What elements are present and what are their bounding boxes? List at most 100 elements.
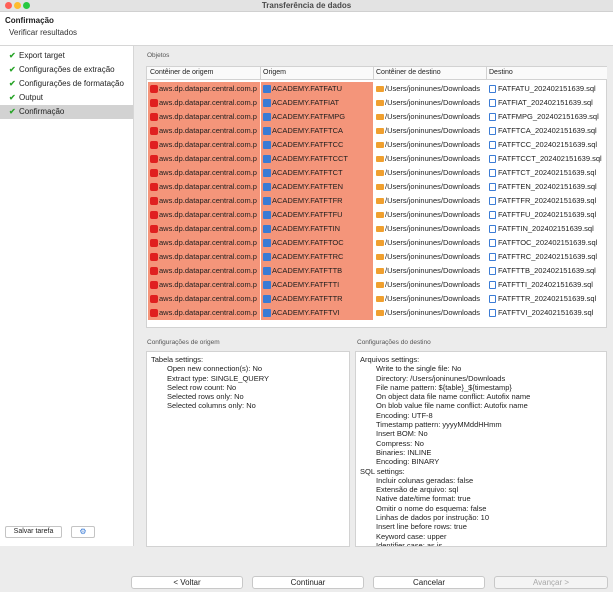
cell-text: FATFTCA_202402151639.sql xyxy=(498,126,597,135)
folder-icon xyxy=(376,100,384,106)
cell-text: /Users/joninunes/Downloads xyxy=(385,154,481,163)
cell-text: ACADEMY.FATFTCCT xyxy=(272,154,348,163)
cell-text: FATFTTR_202402151639.sql xyxy=(498,294,597,303)
step-export-target[interactable]: ✔ Export target xyxy=(0,49,133,63)
source-container-cell: aws.dp.datapar.central.com.p xyxy=(148,152,260,166)
cell-text: /Users/joninunes/Downloads xyxy=(385,308,481,317)
table-icon xyxy=(263,141,271,149)
source-container-cell: aws.dp.datapar.central.com.p xyxy=(148,236,260,250)
folder-icon xyxy=(376,128,384,134)
continue-button[interactable]: Continuar xyxy=(252,576,364,589)
connection-icon xyxy=(150,253,158,261)
source-cell: ACADEMY.FATFTCC xyxy=(261,138,373,152)
settings-button[interactable]: ⚙ xyxy=(71,526,95,538)
target-cell: FATFTCCT_202402151639.sql xyxy=(487,152,606,166)
cell-text: aws.dp.datapar.central.com.p xyxy=(159,84,257,93)
config-line: Insert BOM: No xyxy=(376,429,428,439)
table-row[interactable]: aws.dp.datapar.central.com.p ACADEMY.FATF… xyxy=(147,278,607,292)
table-row[interactable]: aws.dp.datapar.central.com.p ACADEMY.FATF… xyxy=(147,82,607,96)
folder-icon xyxy=(376,142,384,148)
step-extraction-settings[interactable]: ✔ Configurações de extração xyxy=(0,63,133,77)
cancel-button[interactable]: Cancelar xyxy=(373,576,485,589)
cell-text: FATFTEN_202402151639.sql xyxy=(498,182,597,191)
table-icon xyxy=(263,281,271,289)
column-header[interactable]: Destino xyxy=(489,69,513,76)
table-icon xyxy=(263,267,271,275)
connection-icon xyxy=(150,113,158,121)
table-icon xyxy=(263,169,271,177)
cell-text: ACADEMY.FATFTOC xyxy=(272,238,344,247)
source-config-title: Configurações de origem xyxy=(147,339,220,346)
save-task-button[interactable]: Salvar tarefa xyxy=(5,526,62,538)
config-line: Binaries: INLINE xyxy=(376,447,432,457)
cell-text: aws.dp.datapar.central.com.p xyxy=(159,112,257,121)
wizard-steps-sidebar: ✔ Export target ✔ Configurações de extra… xyxy=(0,46,134,546)
table-row[interactable]: aws.dp.datapar.central.com.p ACADEMY.FATF… xyxy=(147,166,607,180)
folder-icon xyxy=(376,296,384,302)
folder-icon xyxy=(376,156,384,162)
table-row[interactable]: aws.dp.datapar.central.com.p ACADEMY.FATF… xyxy=(147,208,607,222)
column-header[interactable]: Contêiner de destino xyxy=(376,69,441,76)
config-line: Identifier case: as is xyxy=(376,540,443,547)
source-container-cell: aws.dp.datapar.central.com.p xyxy=(148,264,260,278)
cell-text: FATFTRC_202402151639.sql xyxy=(498,252,598,261)
connection-icon xyxy=(150,127,158,135)
connection-icon xyxy=(150,183,158,191)
source-cell: ACADEMY.FATFTTI xyxy=(261,278,373,292)
step-confirmation[interactable]: ✔ Confirmação xyxy=(0,105,133,119)
step-label: Output xyxy=(19,93,44,102)
objects-title: Objetos xyxy=(147,52,170,59)
dest-config-title: Configurações do destino xyxy=(357,339,431,346)
folder-icon xyxy=(376,240,384,246)
table-icon xyxy=(263,85,271,93)
table-row[interactable]: aws.dp.datapar.central.com.p ACADEMY.FATF… xyxy=(147,306,607,320)
table-row[interactable]: aws.dp.datapar.central.com.p ACADEMY.FATF… xyxy=(147,180,607,194)
table-row[interactable]: aws.dp.datapar.central.com.p ACADEMY.FATF… xyxy=(147,138,607,152)
table-row[interactable]: aws.dp.datapar.central.com.p ACADEMY.FATF… xyxy=(147,194,607,208)
target-cell: FATFTEN_202402151639.sql xyxy=(487,180,606,194)
source-container-cell: aws.dp.datapar.central.com.p xyxy=(148,306,260,320)
step-output[interactable]: ✔ Output xyxy=(0,91,133,105)
cell-text: /Users/joninunes/Downloads xyxy=(385,294,481,303)
source-container-cell: aws.dp.datapar.central.com.p xyxy=(148,208,260,222)
table-row[interactable]: aws.dp.datapar.central.com.p ACADEMY.FATF… xyxy=(147,292,607,306)
cell-text: aws.dp.datapar.central.com.p xyxy=(159,280,257,289)
config-line: Write to the single file: No xyxy=(376,364,462,374)
target-container-cell: /Users/joninunes/Downloads xyxy=(374,264,486,278)
table-row[interactable]: aws.dp.datapar.central.com.p ACADEMY.FATF… xyxy=(147,222,607,236)
check-icon: ✔ xyxy=(9,51,16,60)
connection-icon xyxy=(150,141,158,149)
check-icon: ✔ xyxy=(9,79,16,88)
step-format-settings[interactable]: ✔ Configurações de formatação xyxy=(0,77,133,91)
cell-text: FATFTVI_202402151639.sql xyxy=(498,308,594,317)
file-icon xyxy=(489,239,496,247)
table-row[interactable]: aws.dp.datapar.central.com.p ACADEMY.FATF… xyxy=(147,250,607,264)
table-row[interactable]: aws.dp.datapar.central.com.p ACADEMY.FATF… xyxy=(147,124,607,138)
table-row[interactable]: aws.dp.datapar.central.com.p ACADEMY.FATF… xyxy=(147,96,607,110)
cell-text: aws.dp.datapar.central.com.p xyxy=(159,224,257,233)
back-button[interactable]: < Voltar xyxy=(131,576,243,589)
column-header[interactable]: Contêiner de origem xyxy=(150,69,213,76)
folder-icon xyxy=(376,226,384,232)
table-row[interactable]: aws.dp.datapar.central.com.p ACADEMY.FATF… xyxy=(147,264,607,278)
file-icon xyxy=(489,225,496,233)
table-row[interactable]: aws.dp.datapar.central.com.p ACADEMY.FATF… xyxy=(147,110,607,124)
target-container-cell: /Users/joninunes/Downloads xyxy=(374,306,486,320)
table-row[interactable]: aws.dp.datapar.central.com.p ACADEMY.FATF… xyxy=(147,152,607,166)
cell-text: /Users/joninunes/Downloads xyxy=(385,280,481,289)
target-container-cell: /Users/joninunes/Downloads xyxy=(374,138,486,152)
cell-text: aws.dp.datapar.central.com.p xyxy=(159,98,257,107)
step-label: Configurações de extração xyxy=(19,65,115,74)
target-container-cell: /Users/joninunes/Downloads xyxy=(374,278,486,292)
file-icon xyxy=(489,169,496,177)
column-header[interactable]: Origem xyxy=(263,69,286,76)
config-line: Selected rows only: No xyxy=(167,392,244,402)
next-button[interactable]: Avançar > xyxy=(494,576,608,589)
dest-config-text[interactable]: Arquivos settings: Write to the single fi… xyxy=(355,351,607,547)
target-cell: FATFTTI_202402151639.sql xyxy=(487,278,606,292)
target-cell: FATFTOC_202402151639.sql xyxy=(487,236,606,250)
target-container-cell: /Users/joninunes/Downloads xyxy=(374,110,486,124)
table-row[interactable]: aws.dp.datapar.central.com.p ACADEMY.FATF… xyxy=(147,236,607,250)
table-icon xyxy=(263,127,271,135)
target-cell: FATFTCA_202402151639.sql xyxy=(487,124,606,138)
